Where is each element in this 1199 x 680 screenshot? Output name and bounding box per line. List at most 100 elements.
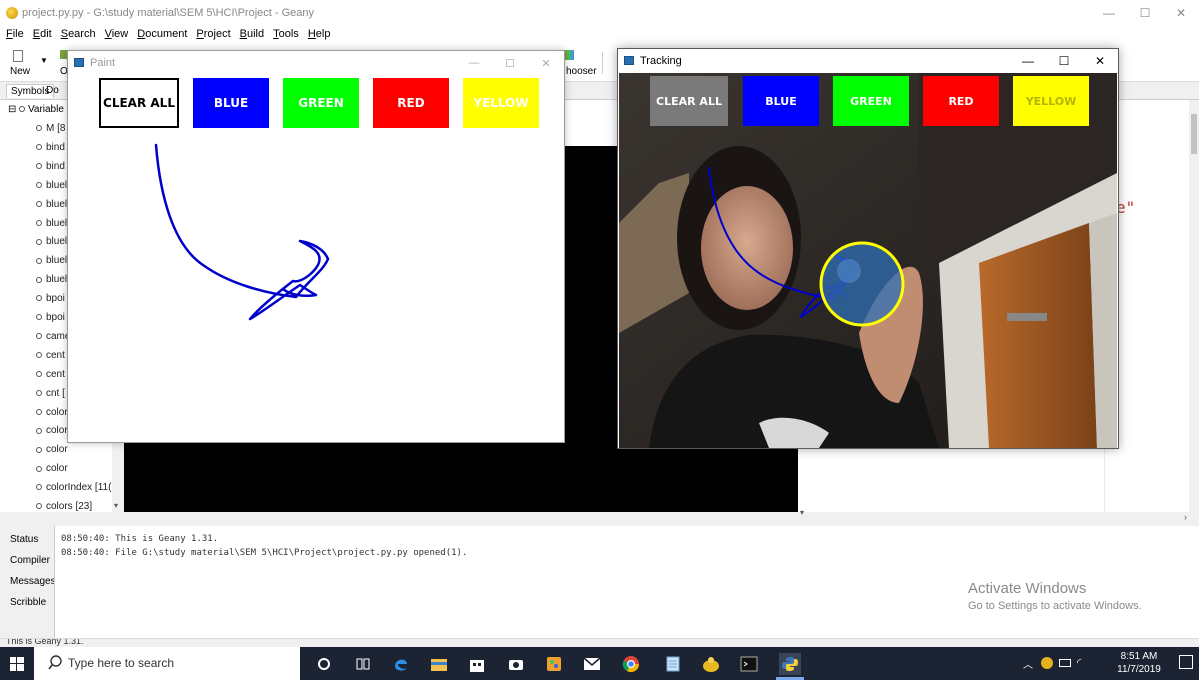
camera-icon[interactable]	[505, 653, 527, 675]
tracking-minimize-button[interactable]: —	[1010, 49, 1046, 73]
symbol-list-item[interactable]: cent	[36, 350, 65, 361]
menu-item-edit[interactable]: Edit	[33, 26, 52, 44]
paint-canvas[interactable]: CLEAR ALL BLUE GREEN RED YELLOW	[68, 75, 564, 442]
geany-close-button[interactable]: ✕	[1163, 0, 1199, 26]
mail-icon[interactable]	[581, 653, 603, 675]
python-icon[interactable]	[779, 653, 801, 675]
editor-horizontal-scrollbar[interactable]: ›	[124, 512, 1199, 524]
menu-item-file[interactable]: File	[6, 26, 24, 44]
button-label: BLUE	[765, 94, 797, 108]
editor-vertical-scrollbar[interactable]	[1189, 100, 1199, 512]
menu-label: ocument	[145, 28, 188, 40]
activate-windows-subtitle: Go to Settings to activate Windows.	[968, 600, 1142, 612]
tab-compiler[interactable]: Compiler	[0, 551, 54, 572]
paint-close-button[interactable]: ✕	[528, 51, 564, 75]
activate-windows-title: Activate Windows	[968, 580, 1087, 597]
symbol-list-item[interactable]: bluel	[36, 255, 67, 266]
tracking-window: Tracking — ☐ ✕ CLEAR ALL BLUE GREEN RED …	[617, 48, 1119, 449]
symbol-list-item[interactable]: color	[36, 407, 68, 418]
symbol-label: color	[46, 406, 68, 418]
cortana-icon[interactable]	[313, 653, 335, 675]
chrome-icon[interactable]	[620, 653, 642, 675]
paint-minimize-button[interactable]: —	[456, 51, 492, 75]
symbol-list-item[interactable]: cnt [	[36, 388, 65, 399]
symbol-list-item[interactable]: bpoi	[36, 312, 65, 323]
clock[interactable]: 8:51 AM 11/7/2019	[1111, 650, 1167, 676]
new-button[interactable]: New	[10, 48, 38, 78]
symbol-list-item[interactable]: bluel	[36, 199, 67, 210]
menu-item-tools[interactable]: Tools	[273, 26, 299, 44]
menu-item-search[interactable]: Search	[61, 26, 96, 44]
geany-statusbar: This is Geany 1.31.	[0, 638, 1199, 647]
task-view-icon[interactable]	[352, 653, 374, 675]
menu-item-document[interactable]: Document	[137, 26, 187, 44]
symbol-list-item[interactable]: bpoi	[36, 293, 65, 304]
paint-maximize-button[interactable]: ☐	[492, 51, 528, 75]
menu-item-project[interactable]: Project	[196, 26, 230, 44]
symbol-label: color	[46, 463, 68, 475]
tracking-titlebar[interactable]: Tracking — ☐ ✕	[618, 49, 1118, 73]
paint-titlebar[interactable]: Paint — ☐ ✕	[68, 51, 564, 75]
paint-green-button[interactable]: GREEN	[283, 78, 359, 128]
battery-icon[interactable]	[1059, 659, 1071, 667]
file-explorer-icon[interactable]	[428, 653, 450, 675]
new-dropdown-arrow[interactable]: ▼	[40, 56, 48, 65]
symbol-label: bluel	[46, 179, 68, 191]
symbol-list-item[interactable]: colors [23]	[36, 501, 92, 512]
paint-clear-all-button[interactable]: CLEAR ALL	[99, 78, 179, 128]
paint-red-button[interactable]: RED	[373, 78, 449, 128]
start-button[interactable]	[0, 647, 34, 680]
symbol-list-item[interactable]: color	[36, 463, 68, 474]
notifications-icon[interactable]	[1179, 655, 1193, 669]
scroll-right-icon[interactable]: ›	[1184, 512, 1187, 522]
cmd-icon[interactable]	[738, 653, 760, 675]
chevron-up-icon[interactable]: ︿	[1023, 656, 1033, 671]
wifi-icon[interactable]: ◜	[1077, 656, 1081, 669]
notepad-icon[interactable]	[662, 653, 684, 675]
variable-icon	[36, 182, 42, 189]
tab-messages[interactable]: Messages	[0, 572, 56, 593]
paint-icon[interactable]	[543, 653, 565, 675]
symbol-list-item[interactable]: came	[36, 331, 70, 342]
chevron-down-icon[interactable]: ▾	[800, 508, 804, 517]
menu-item-help[interactable]: Help	[308, 26, 331, 44]
taskbar-search[interactable]: Type here to search	[34, 647, 300, 680]
symbol-list-item[interactable]: bluel	[36, 274, 67, 285]
edge-icon[interactable]	[390, 653, 412, 675]
tab-status[interactable]: Status	[0, 530, 54, 551]
sidebar-horizontal-scrollbar[interactable]	[0, 512, 124, 524]
paint-yellow-button[interactable]: YELLOW	[463, 78, 539, 128]
symbol-list-item[interactable]: M [8	[36, 123, 65, 134]
symbol-list-item[interactable]: bind	[36, 142, 65, 153]
menu-item-view[interactable]: View	[105, 26, 129, 44]
store-icon[interactable]	[466, 653, 488, 675]
scroll-down-icon[interactable]: ▾	[114, 501, 118, 510]
tab-documents[interactable]: Do	[42, 84, 63, 97]
editor-scroll-thumb[interactable]	[1191, 114, 1197, 154]
color-chooser-button[interactable]: hooser	[558, 48, 618, 78]
tracking-maximize-button[interactable]: ☐	[1046, 49, 1082, 73]
network-status-icon[interactable]	[1041, 657, 1053, 669]
menu-item-build[interactable]: Build	[240, 26, 264, 44]
symbol-group-variables[interactable]: ⊟ Variable	[8, 104, 64, 115]
symbol-list-item[interactable]: bind	[36, 161, 65, 172]
geany-minimize-button[interactable]: —	[1091, 0, 1127, 26]
symbol-list-item[interactable]: bluel	[36, 180, 67, 191]
symbol-list-item[interactable]: color	[36, 425, 68, 436]
variable-icon	[36, 200, 42, 207]
symbol-list-item[interactable]: bluel	[36, 218, 67, 229]
clock-time: 8:51 AM	[1120, 651, 1158, 662]
symbol-list-item[interactable]: bluel	[36, 236, 67, 247]
tracking-window-controls: — ☐ ✕	[1010, 49, 1118, 73]
window-app-icon	[624, 56, 634, 65]
symbol-list-item[interactable]: cent	[36, 369, 65, 380]
paint-blue-button[interactable]: BLUE	[193, 78, 269, 128]
webcam-view[interactable]: CLEAR ALL BLUE GREEN RED YELLOW	[619, 73, 1117, 448]
symbol-list-item[interactable]: color	[36, 444, 68, 455]
symbol-list-item[interactable]: colorIndex [11(	[36, 482, 111, 493]
tab-scribble[interactable]: Scribble	[0, 593, 54, 614]
geany-icon[interactable]	[700, 653, 722, 675]
tracking-close-button[interactable]: ✕	[1082, 49, 1118, 73]
geany-maximize-button[interactable]: ☐	[1127, 0, 1163, 26]
variable-icon	[36, 446, 42, 453]
